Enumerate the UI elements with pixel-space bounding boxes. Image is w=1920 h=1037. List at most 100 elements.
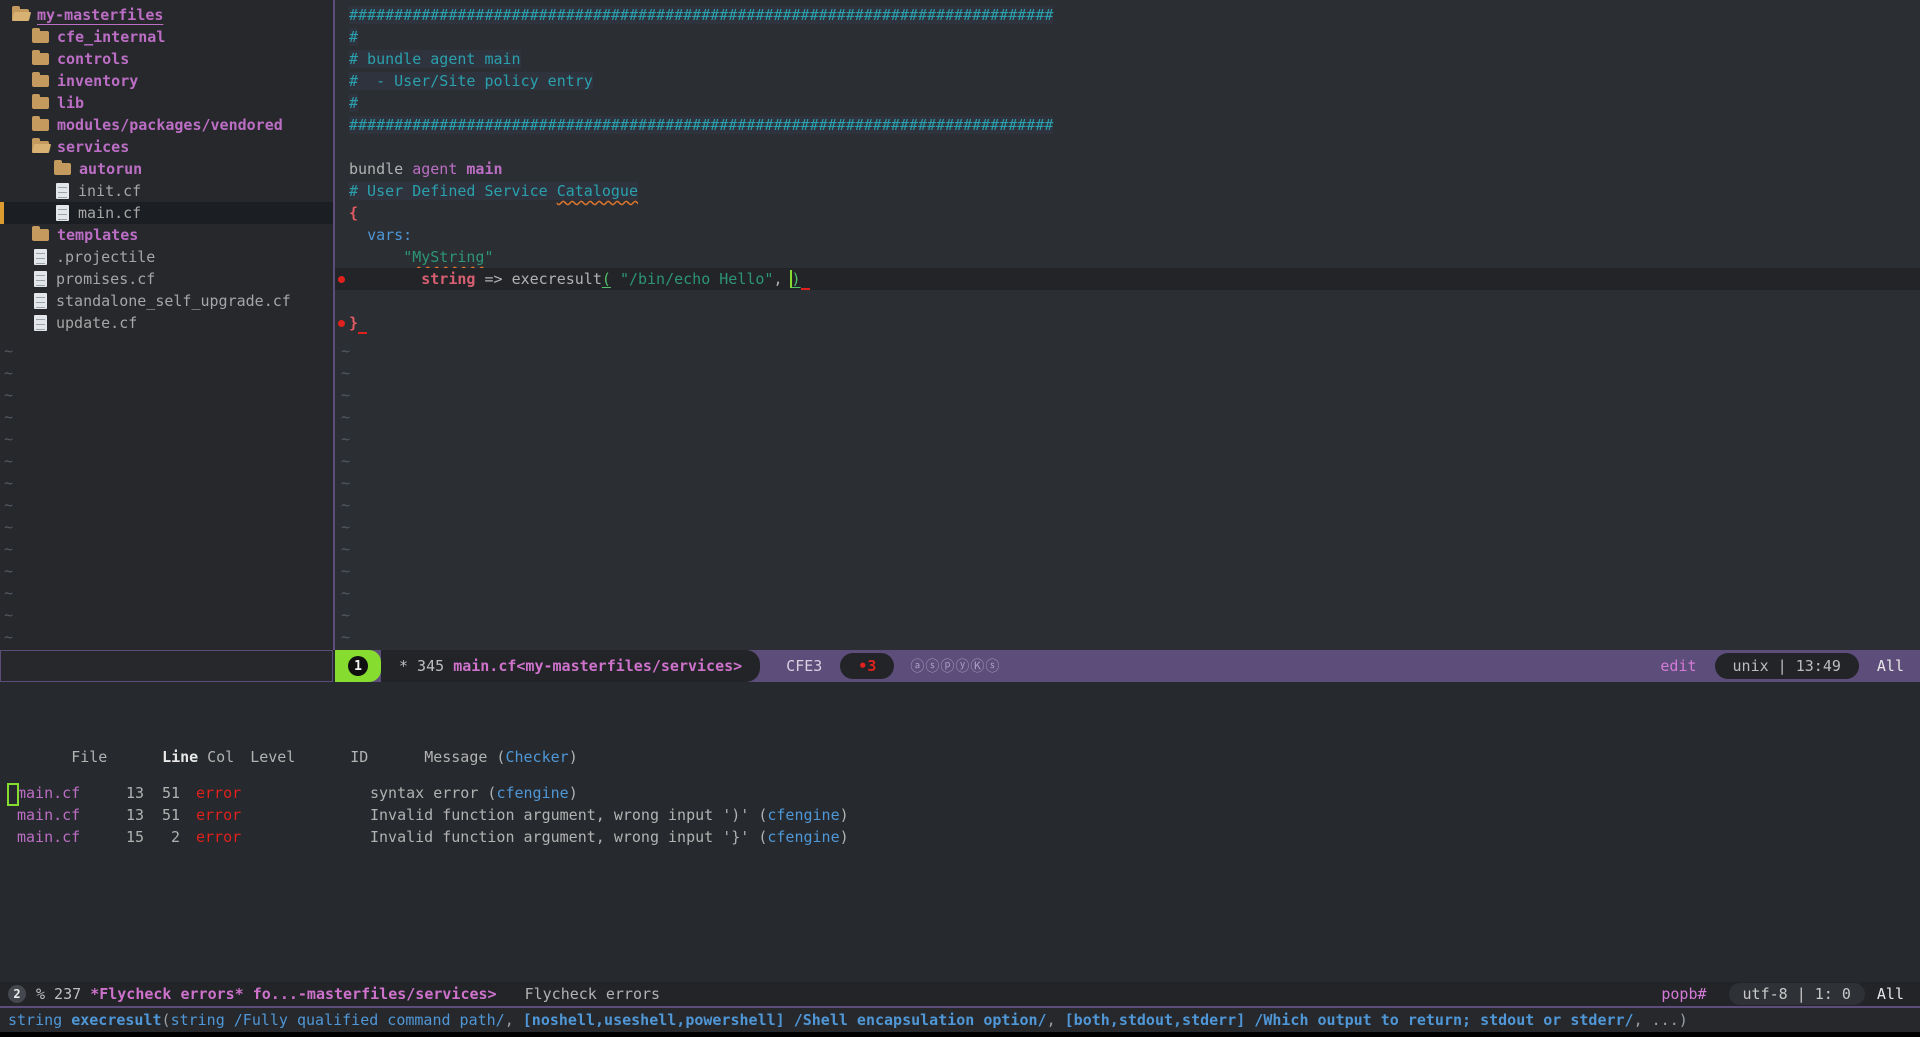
col-col[interactable]: Col <box>198 746 234 768</box>
tilde-marker: ~ <box>341 472 350 494</box>
tree-item-services[interactable]: services <box>0 136 333 158</box>
error-col: 51 <box>144 782 180 804</box>
editing-state: edit <box>1660 657 1696 675</box>
treemacs-modeline <box>0 650 333 682</box>
code-span <box>349 248 403 266</box>
error-level: error <box>180 804 296 826</box>
code-line[interactable]: # <box>335 92 1920 114</box>
code-line[interactable]: } <box>335 312 1920 334</box>
tilde-marker: ~ <box>4 450 13 472</box>
tree-item-label: my-masterfiles <box>37 4 163 26</box>
code-span: ########################################… <box>349 6 1053 24</box>
tree-item-init.cf[interactable]: init.cf <box>0 180 333 202</box>
code-span: "/bin/echo Hello" <box>620 270 774 288</box>
tree-item-autorun[interactable]: autorun <box>0 158 333 180</box>
col-level[interactable]: Level <box>234 746 350 768</box>
error-message-close: ) <box>840 828 849 846</box>
error-rows: main.cf1351errorsyntax error (cfengine)m… <box>0 782 1920 848</box>
code-line[interactable]: # - User/Site policy entry <box>335 70 1920 92</box>
col-message[interactable]: Message (Checker) <box>424 748 578 766</box>
tree-item-lib[interactable]: lib <box>0 92 333 114</box>
tree-item-inventory[interactable]: inventory <box>0 70 333 92</box>
tilde-marker: ~ <box>341 582 350 604</box>
tree-item-.projectile[interactable]: .projectile <box>0 246 333 268</box>
tilde-marker: ~ <box>341 604 350 626</box>
code-span: => <box>475 270 511 288</box>
tree-item-update.cf[interactable]: update.cf <box>0 312 333 334</box>
code-line[interactable]: "MyString" <box>335 246 1920 268</box>
folder-icon <box>32 31 49 43</box>
code-line[interactable]: # <box>335 26 1920 48</box>
folder-icon <box>32 75 49 87</box>
eldoc-segment: execresult <box>71 1011 161 1029</box>
code-span: Catalogue <box>557 182 638 200</box>
tilde-marker: ~ <box>341 428 350 450</box>
code-line[interactable]: vars: <box>335 224 1920 246</box>
editor-window[interactable]: ########################################… <box>335 0 1920 650</box>
tilde-marker: ~ <box>341 516 350 538</box>
code-line[interactable]: { <box>335 202 1920 224</box>
error-file: main.cf <box>17 804 104 826</box>
col-id[interactable]: ID <box>350 746 424 768</box>
folder-open-icon <box>12 9 29 21</box>
tilde-marker: ~ <box>4 406 13 428</box>
code-line[interactable]: string => execresult( "/bin/echo Hello",… <box>335 268 1920 290</box>
tilde-marker: ~ <box>341 494 350 516</box>
error-message: Invalid function argument, wrong input '… <box>370 806 849 824</box>
error-col: 2 <box>144 826 180 848</box>
error-row[interactable]: main.cf152errorInvalid function argument… <box>0 826 1920 848</box>
tilde-marker: ~ <box>4 626 13 648</box>
tree-item-standalone_self_upgrade.cf[interactable]: standalone_self_upgrade.cf <box>0 290 333 312</box>
major-mode[interactable]: Flycheck errors <box>525 985 660 1003</box>
tree-item-label: .projectile <box>56 246 155 268</box>
tree-item-templates[interactable]: templates <box>0 224 333 246</box>
col-line[interactable]: Line <box>158 746 198 768</box>
tree-item-controls[interactable]: controls <box>0 48 333 70</box>
folder-icon <box>32 119 49 131</box>
code-span <box>358 314 367 334</box>
eldoc-segment <box>785 1011 794 1029</box>
code-span: } <box>349 314 358 332</box>
error-row[interactable]: main.cf1351errorsyntax error (cfengine) <box>0 782 1920 804</box>
code-span: , <box>773 270 791 288</box>
error-checker: cfengine <box>496 784 568 802</box>
window-number-badge: 1 <box>335 650 381 682</box>
tilde-marker: ~ <box>4 472 13 494</box>
eldoc-segment: [noshell,useshell,powershell] <box>523 1011 785 1029</box>
code-line[interactable]: # bundle agent main <box>335 48 1920 70</box>
buffer-position: All <box>1877 657 1904 675</box>
flycheck-error-count[interactable]: •3 <box>840 653 894 679</box>
tilde-marker: ~ <box>341 406 350 428</box>
error-message: Invalid function argument, wrong input '… <box>370 828 849 846</box>
tree-item-my-masterfiles[interactable]: my-masterfiles <box>0 4 333 26</box>
flycheck-errors-window[interactable]: FileLineColLevelIDMessage (Checker) main… <box>0 682 1920 982</box>
encoding-position: utf-8 | 1: 0 <box>1729 983 1865 1005</box>
code-line[interactable] <box>335 290 1920 312</box>
tilde-marker: ~ <box>4 604 13 626</box>
tree-item-cfe_internal[interactable]: cfe_internal <box>0 26 333 48</box>
tree-item-promises.cf[interactable]: promises.cf <box>0 268 333 290</box>
error-row[interactable]: main.cf1351errorInvalid function argumen… <box>0 804 1920 826</box>
error-message-text: syntax error ( <box>370 784 496 802</box>
major-mode[interactable]: CFE3 <box>774 657 834 675</box>
main-modeline: 1 * 345 main.cf<my-masterfiles/services>… <box>335 650 1920 682</box>
tree-item-label: controls <box>57 48 129 70</box>
code-line[interactable]: bundle agent main <box>335 158 1920 180</box>
frame-bottom-edge <box>0 1032 1920 1037</box>
tilde-marker: ~ <box>341 362 350 384</box>
code-span: # bundle agent main <box>349 50 521 68</box>
code-line[interactable]: # User Defined Service Catalogue <box>335 180 1920 202</box>
code-line[interactable]: ########################################… <box>335 4 1920 26</box>
code-line[interactable]: ########################################… <box>335 114 1920 136</box>
code-line[interactable] <box>335 136 1920 158</box>
buffer-name[interactable]: *Flycheck errors* fo...-masterfiles/serv… <box>90 985 496 1003</box>
tree-item-label: inventory <box>57 70 138 92</box>
tree-item-main.cf[interactable]: main.cf <box>0 202 333 224</box>
tree-item-label: templates <box>57 224 138 246</box>
tree-item-modules/packages/vendored[interactable]: modules/packages/vendored <box>0 114 333 136</box>
eldoc-segment: /Which output to return; stdout or stder… <box>1254 1011 1633 1029</box>
tree-item-label: cfe_internal <box>57 26 165 48</box>
buffer-id[interactable]: * 345 main.cf<my-masterfiles/services> <box>381 650 760 682</box>
tree-item-label: lib <box>57 92 84 114</box>
col-file[interactable]: File <box>71 746 158 768</box>
